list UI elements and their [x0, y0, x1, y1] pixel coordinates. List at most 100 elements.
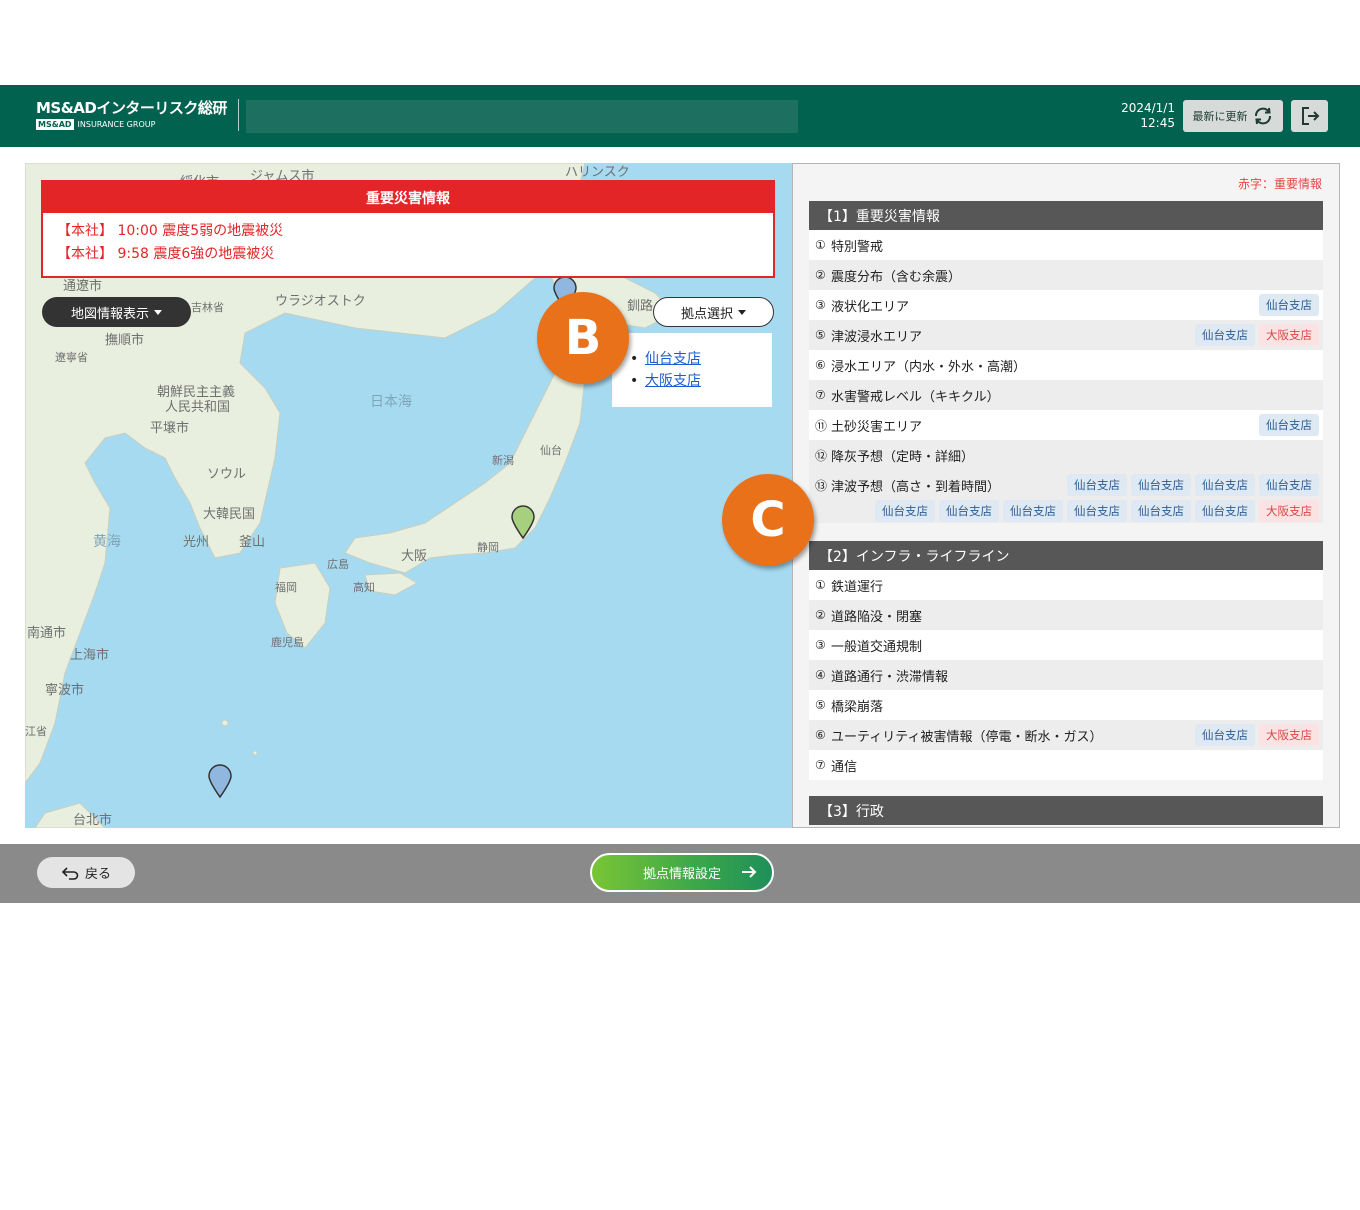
- list-item[interactable]: ⑦ 通信: [809, 750, 1323, 780]
- company-logo: MS&ADインターリスク総研: [36, 99, 227, 117]
- map-label: 日本海: [370, 394, 412, 410]
- map-label: 南通市: [27, 626, 67, 641]
- map-label: 江省: [25, 725, 47, 738]
- logo-group-text: INSURANCE GROUP: [77, 120, 156, 129]
- site-tag-sendai[interactable]: 仙台支店: [1131, 474, 1191, 496]
- site-select-dropdown: 仙台支店 大阪支店: [612, 333, 772, 407]
- site-select-button[interactable]: 拠点選択: [653, 297, 774, 327]
- site-tag-sendai[interactable]: 仙台支店: [1003, 499, 1063, 522]
- site-tag-sendai[interactable]: 仙台支店: [1195, 324, 1255, 346]
- section-header-disaster: 【1】重要災害情報: [809, 201, 1323, 230]
- app-root: MS&ADインターリスク総研 MS&AD INSURANCE GROUP 202…: [0, 0, 1360, 1210]
- map-label: ハリンスク: [565, 165, 630, 180]
- return-icon: [61, 866, 79, 880]
- list-item[interactable]: ② 震度分布（含む余震）: [809, 260, 1323, 290]
- site-tag-osaka[interactable]: 大阪支店: [1259, 724, 1319, 746]
- site-tag-sendai[interactable]: 仙台支店: [1259, 474, 1319, 496]
- chevron-down-icon: [738, 309, 746, 315]
- map-label: 台北市: [73, 813, 113, 828]
- list-item[interactable]: ③ 液状化エリア 仙台支店: [809, 290, 1323, 320]
- map-label: 吉林省: [191, 301, 224, 314]
- map-label: 釧路: [627, 299, 654, 314]
- site-tag-sendai[interactable]: 仙台支店: [875, 499, 935, 522]
- site-tags: 仙台支店 大阪支店: [1195, 324, 1323, 346]
- site-tags: 仙台支店: [1259, 294, 1323, 316]
- list-item[interactable]: ⑫ 降灰予想（定時・詳細）: [809, 440, 1323, 470]
- list-item[interactable]: ① 特別警戒: [809, 230, 1323, 260]
- arrow-right-icon: [742, 866, 757, 878]
- map-label: ウラジオストク: [275, 294, 366, 309]
- list-item[interactable]: ⑥ 浸水エリア（内水・外水・高潮）: [809, 350, 1323, 380]
- back-label: 戻る: [84, 867, 111, 882]
- list-item[interactable]: ② 道路陥没・閉塞: [809, 600, 1323, 630]
- site-tags: 仙台支店 大阪支店: [1195, 724, 1323, 746]
- alert-lines: 【本社】 10:00 震度5弱の地震被災 【本社】 9:58 震度6強の地震被災: [43, 213, 773, 266]
- back-button[interactable]: 戻る: [37, 857, 135, 888]
- map-label: 釜山: [239, 535, 266, 550]
- map-label: 遼寧省: [55, 351, 88, 364]
- map-label: 福岡: [275, 581, 297, 594]
- site-tag-sendai[interactable]: 仙台支店: [1195, 474, 1255, 496]
- list-item[interactable]: ③ 一般道交通規制: [809, 630, 1323, 660]
- site-tag-sendai[interactable]: 仙台支店: [939, 499, 999, 522]
- list-item[interactable]: ① 鉄道運行: [809, 570, 1323, 600]
- refresh-button[interactable]: 最新に更新: [1183, 100, 1283, 132]
- site-tag-sendai[interactable]: 仙台支店: [1259, 414, 1319, 436]
- refresh-label: 最新に更新: [1192, 110, 1248, 123]
- site-tags: 仙台支店 仙台支店 仙台支店 仙台支店: [1067, 474, 1323, 496]
- alert-title: 重要災害情報: [43, 182, 773, 213]
- list-item[interactable]: ⑤ 津波浸水エリア 仙台支店 大阪支店: [809, 320, 1323, 350]
- logout-button[interactable]: [1291, 100, 1328, 132]
- list-item[interactable]: ⑦ 水害警戒レベル（キキクル）: [809, 380, 1323, 410]
- map-view[interactable]: 綏化市 ジャムス市 ハリンスク 通遼市 吉林省 ウラジオストク 撫順市 遼寧省 …: [25, 163, 792, 828]
- map-label: 高知: [353, 581, 375, 594]
- site-pin-okinawa[interactable]: [207, 764, 233, 798]
- map-label: 光州: [183, 535, 210, 550]
- site-tag-sendai[interactable]: 仙台支店: [1131, 499, 1191, 522]
- chevron-down-icon: [154, 309, 162, 315]
- alert-line: 【本社】 10:00 震度5弱の地震被災: [57, 223, 284, 239]
- logout-icon: [1301, 107, 1319, 125]
- disaster-alert-panel: 重要災害情報 【本社】 10:00 震度5弱の地震被災 【本社】 9:58 震度…: [41, 180, 775, 278]
- refresh-icon: [1254, 107, 1271, 125]
- list-item[interactable]: ⑬ 津波予想（高さ・到着時間） 仙台支店 仙台支店 仙台支店 仙台支店: [809, 470, 1323, 500]
- list-item[interactable]: ⑤ 橋梁崩落: [809, 690, 1323, 720]
- map-label: 大阪: [401, 549, 428, 564]
- site-tag-sendai[interactable]: 仙台支店: [1195, 724, 1255, 746]
- site-info-settings-button[interactable]: 拠点情報設定: [590, 853, 774, 892]
- map-label: 新潟: [492, 454, 514, 467]
- header-title-area: [246, 100, 798, 133]
- annotation-marker-b: B: [537, 292, 629, 384]
- header-bar: MS&ADインターリスク総研 MS&AD INSURANCE GROUP 202…: [0, 85, 1360, 147]
- site-tag-sendai[interactable]: 仙台支店: [1067, 474, 1127, 496]
- map-label: 人民共和国: [165, 400, 231, 415]
- map-label: 仙台: [540, 444, 562, 457]
- legend-important: 赤字：重要情報: [1237, 177, 1322, 191]
- site-tags-continued: 仙台支店 仙台支店 仙台支店 仙台支店 仙台支店 仙台支店 大阪支店: [809, 498, 1323, 523]
- list-item[interactable]: ④ 道路通行・渋滞情報: [809, 660, 1323, 690]
- map-label: 撫順市: [105, 333, 145, 348]
- site-tag-osaka[interactable]: 大阪支店: [1259, 324, 1319, 346]
- site-link-sendai[interactable]: 仙台支店: [630, 348, 772, 370]
- map-label: 鹿児島: [271, 636, 304, 649]
- site-pin-tokyo[interactable]: [510, 505, 536, 539]
- map-info-display-button[interactable]: 地図情報表示: [42, 297, 191, 327]
- map-label: 大韓民国: [203, 507, 256, 522]
- logo-subline: MS&AD INSURANCE GROUP: [36, 119, 155, 130]
- update-time: 12:45: [1140, 116, 1175, 130]
- alert-line: 【本社】 9:58 震度6強の地震被災: [57, 246, 275, 262]
- site-tag-osaka[interactable]: 大阪支店: [1259, 499, 1319, 522]
- list-item[interactable]: ⑥ ユーティリティ被害情報（停電・断水・ガス） 仙台支店 大阪支店: [809, 720, 1323, 750]
- section-header-infrastructure: 【2】インフラ・ライフライン: [809, 541, 1323, 570]
- site-link-osaka[interactable]: 大阪支店: [630, 370, 772, 392]
- site-tag-sendai[interactable]: 仙台支店: [1195, 499, 1255, 522]
- site-tag-sendai[interactable]: 仙台支店: [1067, 499, 1127, 522]
- header-divider: [238, 99, 239, 131]
- map-info-label: 地図情報表示: [70, 306, 149, 322]
- update-date: 2024/1/1: [1121, 101, 1175, 115]
- annotation-marker-c: C: [722, 474, 814, 566]
- site-tag-sendai[interactable]: 仙台支店: [1259, 294, 1319, 316]
- list-item[interactable]: ⑪ 土砂災害エリア 仙台支店: [809, 410, 1323, 440]
- map-label: 上海市: [70, 648, 110, 663]
- footer-bar: 戻る 拠点情報設定: [0, 844, 1360, 903]
